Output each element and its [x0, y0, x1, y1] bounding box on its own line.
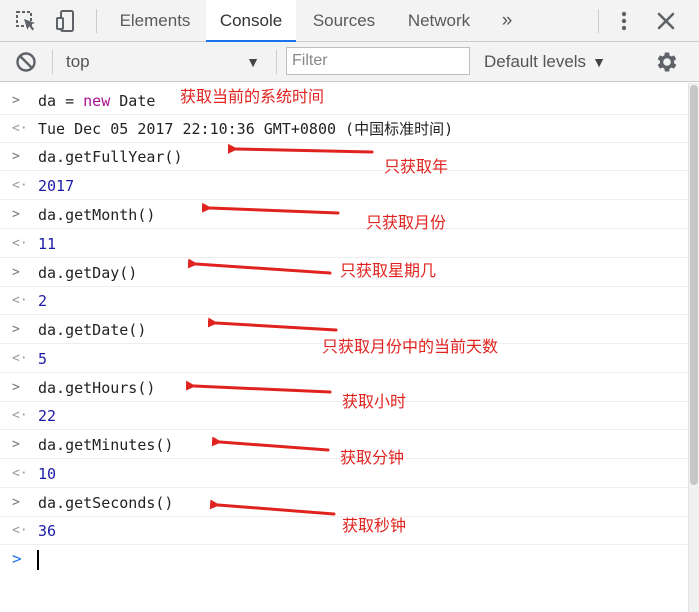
console-filterbar: top ▼ Default levels ▼	[0, 42, 699, 82]
console-input-text: da.getHours()	[38, 379, 156, 397]
annotation-weekday: 只获取星期几	[340, 261, 437, 280]
console-result-text: 5	[38, 350, 48, 368]
console-input-text: da.getFullYear()	[38, 148, 183, 166]
annotation-minutes: 获取分钟	[340, 448, 405, 467]
console-result-text: 22	[38, 407, 57, 425]
tab-console[interactable]: Console	[206, 0, 296, 42]
input-chevron-icon: >	[12, 322, 20, 337]
console-input-text: da.getSeconds()	[38, 494, 174, 512]
console-result-text: 36	[38, 522, 57, 540]
toolbar-divider	[276, 50, 277, 74]
result-arrow-icon: <·	[12, 523, 28, 538]
result-arrow-icon: <·	[12, 466, 28, 481]
clear-console-icon[interactable]	[14, 50, 38, 74]
log-levels-selector[interactable]: Default levels ▼	[484, 48, 614, 76]
input-chevron-icon: >	[12, 265, 20, 280]
annotation-date: 只获取月份中的当前天数	[322, 337, 499, 356]
filter-input[interactable]	[286, 47, 470, 75]
console-input-row: > da.getMonth()	[0, 201, 688, 229]
toolbar-divider	[52, 50, 53, 74]
levels-value: Default levels	[484, 52, 587, 71]
annotation-seconds: 获取秒钟	[342, 516, 407, 535]
console-input-row: > da.getFullYear()	[0, 143, 688, 171]
console-result-text: Tue Dec 05 2017 22:10:36 GMT+0800 (中国标准时…	[38, 120, 454, 138]
toolbar-divider	[598, 9, 599, 33]
console-result-text: 2017	[38, 177, 75, 195]
inspect-element-icon[interactable]	[14, 9, 38, 33]
result-arrow-icon: <·	[12, 408, 28, 423]
input-chevron-icon: >	[12, 380, 20, 395]
tab-elements[interactable]: Elements	[106, 0, 204, 42]
dropdown-arrow-icon: ▼	[592, 54, 606, 70]
tab-sources[interactable]: Sources	[300, 0, 388, 42]
result-arrow-icon: <·	[12, 351, 28, 366]
text-caret	[37, 550, 39, 570]
devtools-tabbar: Elements Console Sources Network »	[0, 0, 699, 42]
console-result-row: <· Tue Dec 05 2017 22:10:36 GMT+0800 (中国…	[0, 115, 688, 143]
console-input-text: da.getMonth()	[38, 206, 156, 224]
console-input-row: > da = new Date	[0, 87, 688, 115]
context-value: top	[66, 52, 90, 71]
result-arrow-icon: <·	[12, 178, 28, 193]
input-chevron-icon: >	[12, 495, 20, 510]
console-result-text: 10	[38, 465, 57, 483]
console-result-row: <· 11	[0, 230, 688, 258]
console-scrollbar[interactable]	[688, 83, 699, 612]
console-input-text: da.getDate()	[38, 321, 147, 339]
device-toolbar-icon[interactable]	[54, 9, 78, 33]
input-chevron-icon: >	[12, 207, 20, 222]
toolbar-divider	[96, 9, 97, 33]
console-prompt[interactable]: >	[0, 545, 688, 573]
more-tabs-button[interactable]: »	[490, 0, 524, 42]
console-input-text: da.getMinutes()	[38, 436, 174, 454]
result-arrow-icon: <·	[12, 236, 28, 251]
annotation-month: 只获取月份	[366, 213, 447, 232]
console-result-row: <· 2	[0, 287, 688, 315]
result-arrow-icon: <·	[12, 121, 28, 136]
prompt-chevron-icon: >	[12, 549, 22, 568]
result-arrow-icon: <·	[12, 293, 28, 308]
context-selector[interactable]: top ▼	[60, 48, 266, 76]
console-result-text: 2	[38, 292, 48, 310]
annotation-year: 只获取年	[384, 157, 449, 176]
annotation-hours: 获取小时	[342, 392, 407, 411]
console-input-text: da.getDay()	[38, 264, 138, 282]
input-chevron-icon: >	[12, 93, 20, 108]
console-input-text: da = new Date	[38, 92, 156, 110]
dropdown-arrow-icon: ▼	[246, 54, 260, 70]
console-result-text: 11	[38, 235, 57, 253]
kebab-menu-icon[interactable]	[612, 9, 636, 33]
annotation-now: 获取当前的系统时间	[180, 87, 325, 106]
tab-network[interactable]: Network	[392, 0, 486, 42]
input-chevron-icon: >	[12, 149, 20, 164]
console-result-row: <· 2017	[0, 172, 688, 200]
scrollbar-thumb[interactable]	[690, 85, 698, 485]
gear-icon[interactable]	[654, 49, 680, 75]
close-icon[interactable]	[654, 9, 678, 33]
input-chevron-icon: >	[12, 437, 20, 452]
